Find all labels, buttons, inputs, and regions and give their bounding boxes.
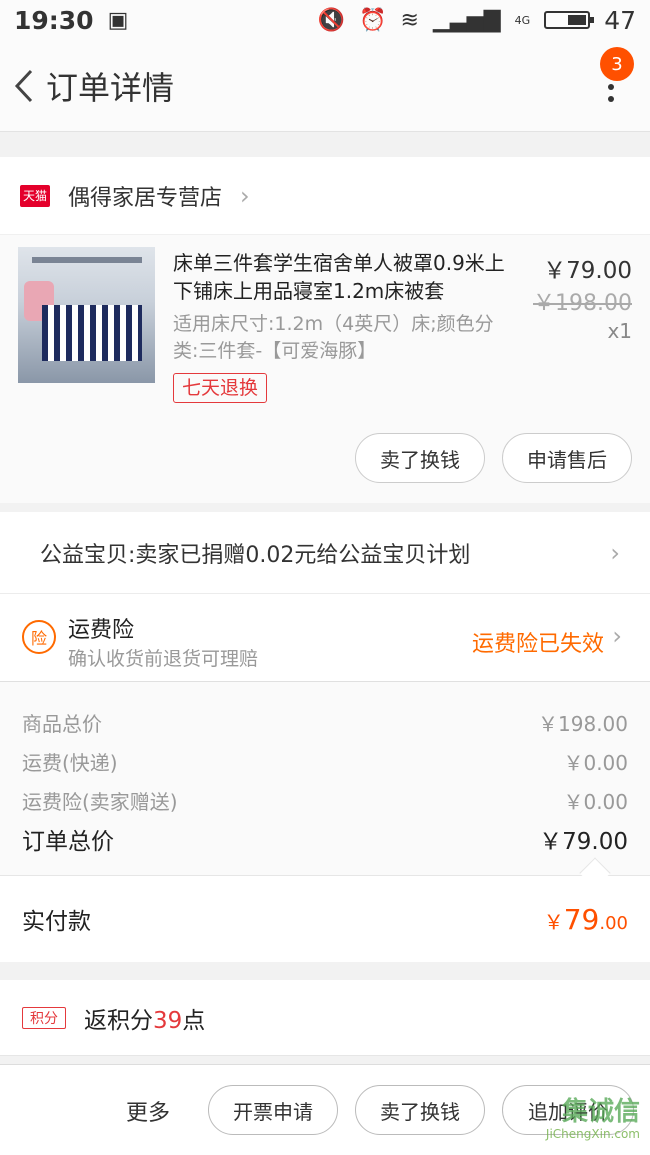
status-bar: 19:30 ▣ 🔇 ⏰ ≋ ▁▃▅▇ 4G 47 [0,0,650,40]
notification-badge: 3 [600,47,634,81]
product-spec: 适用床尺寸:1.2m（4英尺）床;颜色分类:三件套-【可爱海豚】 [173,313,494,362]
status-time: 19:30 [14,5,94,35]
summary-value: ￥0.00 [563,751,628,775]
sell-for-cash-button[interactable]: 卖了换钱 [355,1085,485,1135]
after-sale-button[interactable]: 申请售后 [502,433,632,483]
summary-line: 运费险(卖家赠送) ￥0.00 [22,786,628,815]
shipping-insurance-row[interactable]: 险 运费险 确认收货前退货可理赔 运费险已失效 › [0,594,650,682]
summary-label: 运费(快递) [22,751,118,775]
summary-label: 商品总价 [22,712,102,736]
invoice-request-button[interactable]: 开票申请 [208,1085,338,1135]
paid-decimal: .00 [599,912,628,934]
chevron-right-icon: › [610,538,620,567]
mute-icon: 🔇 [317,7,346,33]
paid-amount: ￥79.00 [544,903,628,936]
chevron-right-icon: › [240,181,250,210]
product-original-price: ￥198.00 [533,291,632,316]
insurance-icon: 险 [22,620,56,654]
product-title: 床单三件套学生宿舍单人被罩0.9米上下铺床上用品寝室1.2m床被套 [173,251,505,303]
signal-icon: ▁▃▅▇ [432,7,501,33]
bottom-action-bar: 更多 开票申请 卖了换钱 追加评价 集诚信 JiChengXin.com [0,1064,650,1155]
points-tag: 积分 [22,1006,66,1029]
wifi-icon: ≋ [400,7,419,33]
price-summary: 商品总价 ￥198.00 运费(快递) ￥0.00 运费险(卖家赠送) ￥0.0… [0,682,650,876]
charity-row[interactable]: 公益宝贝:卖家已捐赠0.02元给公益宝贝计划 › [0,512,650,594]
paid-currency: ￥ [543,909,564,934]
insurance-status: 运费险已失效 [471,632,604,657]
alarm-icon: ⏰ [359,7,387,33]
back-arrow-icon[interactable] [2,56,46,116]
summary-line: 商品总价 ￥198.00 [22,708,628,737]
points-prefix: 返积分 [84,1007,153,1034]
battery-percent: 47 [604,5,636,35]
return-policy-tag: 七天退换 [173,373,268,403]
watermark: 集诚信 JiChengXin.com [545,1097,640,1141]
image-notification-icon: ▣ [107,7,129,33]
shop-name: 偶得家居专营店 [68,185,223,211]
paid-integer: 79 [563,902,600,936]
order-total-line: 订单总价 ￥79.00 [22,822,628,856]
product-price: ￥79.00 [543,258,632,284]
insurance-title: 运费险 [68,618,135,643]
product-quantity: x1 [607,319,632,343]
summary-value: ￥0.00 [563,790,628,814]
battery-icon [544,11,595,29]
points-text: 返积分39点 [84,1001,205,1035]
more-button[interactable]: 更多 [126,1095,170,1127]
summary-value: ￥198.00 [538,712,628,736]
nav-bar: 订单详情 3 [0,40,650,132]
paid-amount-row: 实付款 ￥79.00 [0,876,650,962]
paid-label: 实付款 [22,909,91,935]
tmall-logo-icon: 天猫 [20,184,50,207]
order-item[interactable]: 床单三件套学生宿舍单人被罩0.9米上下铺床上用品寝室1.2m床被套 适用床尺寸:… [0,235,650,503]
insurance-subtitle: 确认收货前退货可理赔 [68,648,259,670]
points-suffix: 点 [182,1007,206,1034]
page-title: 订单详情 [46,68,175,107]
summary-line: 运费(快递) ￥0.00 [22,747,628,776]
chevron-right-icon: › [612,622,622,650]
product-thumbnail[interactable] [18,247,155,383]
signal-4g-icon: 4G [514,13,531,27]
order-total-value: ￥79.00 [539,829,628,855]
charity-text: 公益宝贝:卖家已捐赠0.02元给公益宝贝计划 [40,542,471,568]
points-number: 39 [153,1007,183,1034]
sell-for-cash-button[interactable]: 卖了换钱 [355,433,485,483]
points-row: 积分 返积分39点 [0,980,650,1056]
shop-row[interactable]: 天猫 偶得家居专营店 › [0,157,650,235]
order-total-label: 订单总价 [22,829,114,855]
summary-label: 运费险(卖家赠送) [22,790,178,814]
